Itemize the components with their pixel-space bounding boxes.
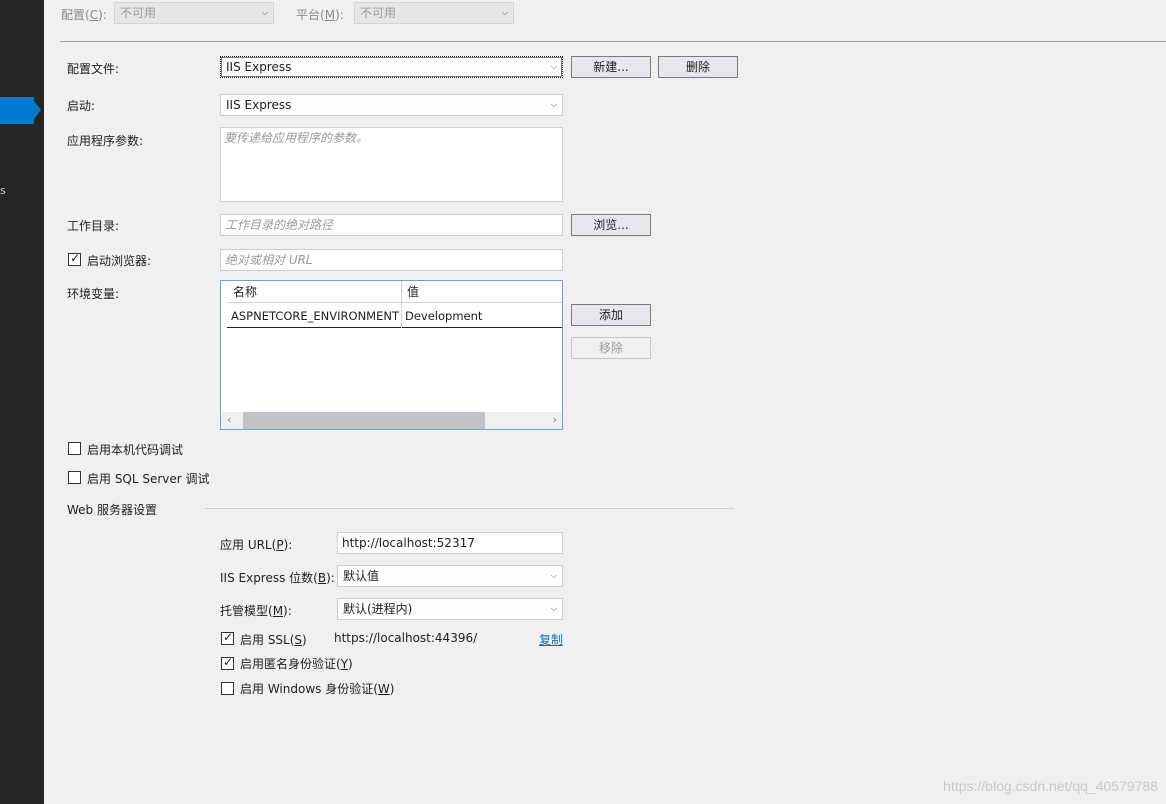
chevron-down-icon: ⌵ [501,8,508,17]
profile-select-value: IIS Express [226,60,292,74]
env-col-value-header[interactable]: 值 [401,281,562,303]
launch-select-value: IIS Express [226,98,292,112]
chevron-down-icon: ⌵ [261,8,268,17]
ssl-url-text: https://localhost:44396/ [334,631,478,645]
launch-browser-label: 启动浏览器: [87,254,152,268]
windows-auth-checkbox[interactable] [221,682,234,695]
anonymous-auth-checkbox[interactable]: ✓ [221,655,234,670]
web-server-section-title: Web 服务器设置 [67,503,157,517]
check-icon: ✓ [223,655,234,669]
profile-select[interactable]: IIS Express ⌵ [220,56,563,78]
config-label: 配置(C): [61,8,107,22]
launch-browser-checkbox[interactable]: ✓ [68,251,81,266]
platform-select-value: 不可用 [360,6,397,20]
platform-select: 不可用 ⌵ [354,2,514,24]
web-server-section-divider [205,508,734,509]
table-row[interactable]: ASPNETCORE_ENVIRONMENT Development [227,304,562,328]
delete-profile-button[interactable]: 删除 [658,56,738,78]
sidebar-selection-arrow-icon [34,101,41,119]
remove-env-button[interactable]: 移除 [571,337,651,359]
native-debug-label: 启用本机代码调试 [87,443,184,457]
sql-debug-label: 启用 SQL Server 调试 [87,472,210,486]
platform-label: 平台(M): [296,8,344,22]
hosting-model-label: 托管模型(M): [220,604,292,618]
sql-debug-checkbox[interactable] [68,471,81,484]
watermark-text: https://blog.csdn.net/qq_40579788 [943,778,1158,794]
chevron-down-icon: ⌵ [550,604,557,613]
copy-ssl-url-link[interactable]: 复制 [539,631,563,648]
chevron-down-icon: ⌵ [550,571,557,580]
hosting-model-select-value: 默认(进程内) [343,602,413,616]
env-vars-grid[interactable]: 名称 值 ASPNETCORE_ENVIRONMENT Development … [220,280,563,430]
hosting-model-select[interactable]: 默认(进程内) ⌵ [337,598,563,620]
browse-button[interactable]: 浏览... [571,214,651,236]
chevron-down-icon: ⌵ [550,100,557,109]
working-dir-input[interactable]: 工作目录的绝对路径 [220,214,563,236]
scroll-right-icon[interactable]: › [553,413,557,426]
env-vars-label: 环境变量: [67,287,120,301]
windows-auth-label: 启用 Windows 身份验证(W) [240,682,395,696]
env-col-name-header[interactable]: 名称 [227,281,401,303]
iis-bitness-select[interactable]: 默认值 ⌵ [337,565,563,587]
sidebar-text-fragment: s [0,184,6,197]
config-select-value: 不可用 [120,6,157,20]
anonymous-auth-label: 启用匿名身份验证(Y) [240,657,353,671]
native-debug-checkbox[interactable] [68,442,81,455]
env-row-name[interactable]: ASPNETCORE_ENVIRONMENT [227,304,401,328]
env-row-value[interactable]: Development [401,304,562,328]
top-divider [60,41,1166,42]
env-grid-header: 名称 值 [227,281,562,303]
chevron-down-icon: ⌵ [550,62,557,71]
sidebar: s [0,0,44,804]
scroll-left-icon[interactable]: ‹ [227,413,231,426]
app-url-label: 应用 URL(P): [220,538,293,552]
launch-label: 启动: [67,99,96,113]
profile-label: 配置文件: [67,62,120,76]
enable-ssl-label: 启用 SSL(S) [240,633,307,647]
config-select: 不可用 ⌵ [114,2,274,24]
app-args-textarea[interactable]: 要传递给应用程序的参数。 [220,127,563,202]
check-icon: ✓ [223,630,234,644]
add-env-button[interactable]: 添加 [571,304,651,326]
iis-bitness-select-value: 默认值 [343,569,380,583]
scrollbar-thumb[interactable] [243,412,485,429]
launch-browser-url-input[interactable]: 绝对或相对 URL [220,249,563,271]
check-icon: ✓ [70,251,81,265]
launch-select[interactable]: IIS Express ⌵ [220,94,563,116]
new-profile-button[interactable]: 新建... [571,56,651,78]
env-grid-horizontal-scrollbar[interactable]: ‹ › [221,412,562,429]
iis-bitness-label: IIS Express 位数(B): [220,571,335,585]
enable-ssl-checkbox[interactable]: ✓ [221,630,234,645]
app-url-input[interactable]: http://localhost:52317 [337,532,563,554]
sidebar-selected-item[interactable] [0,97,34,124]
env-column-divider [401,281,402,328]
working-dir-label: 工作目录: [67,219,120,233]
app-args-label: 应用程序参数: [67,134,144,148]
